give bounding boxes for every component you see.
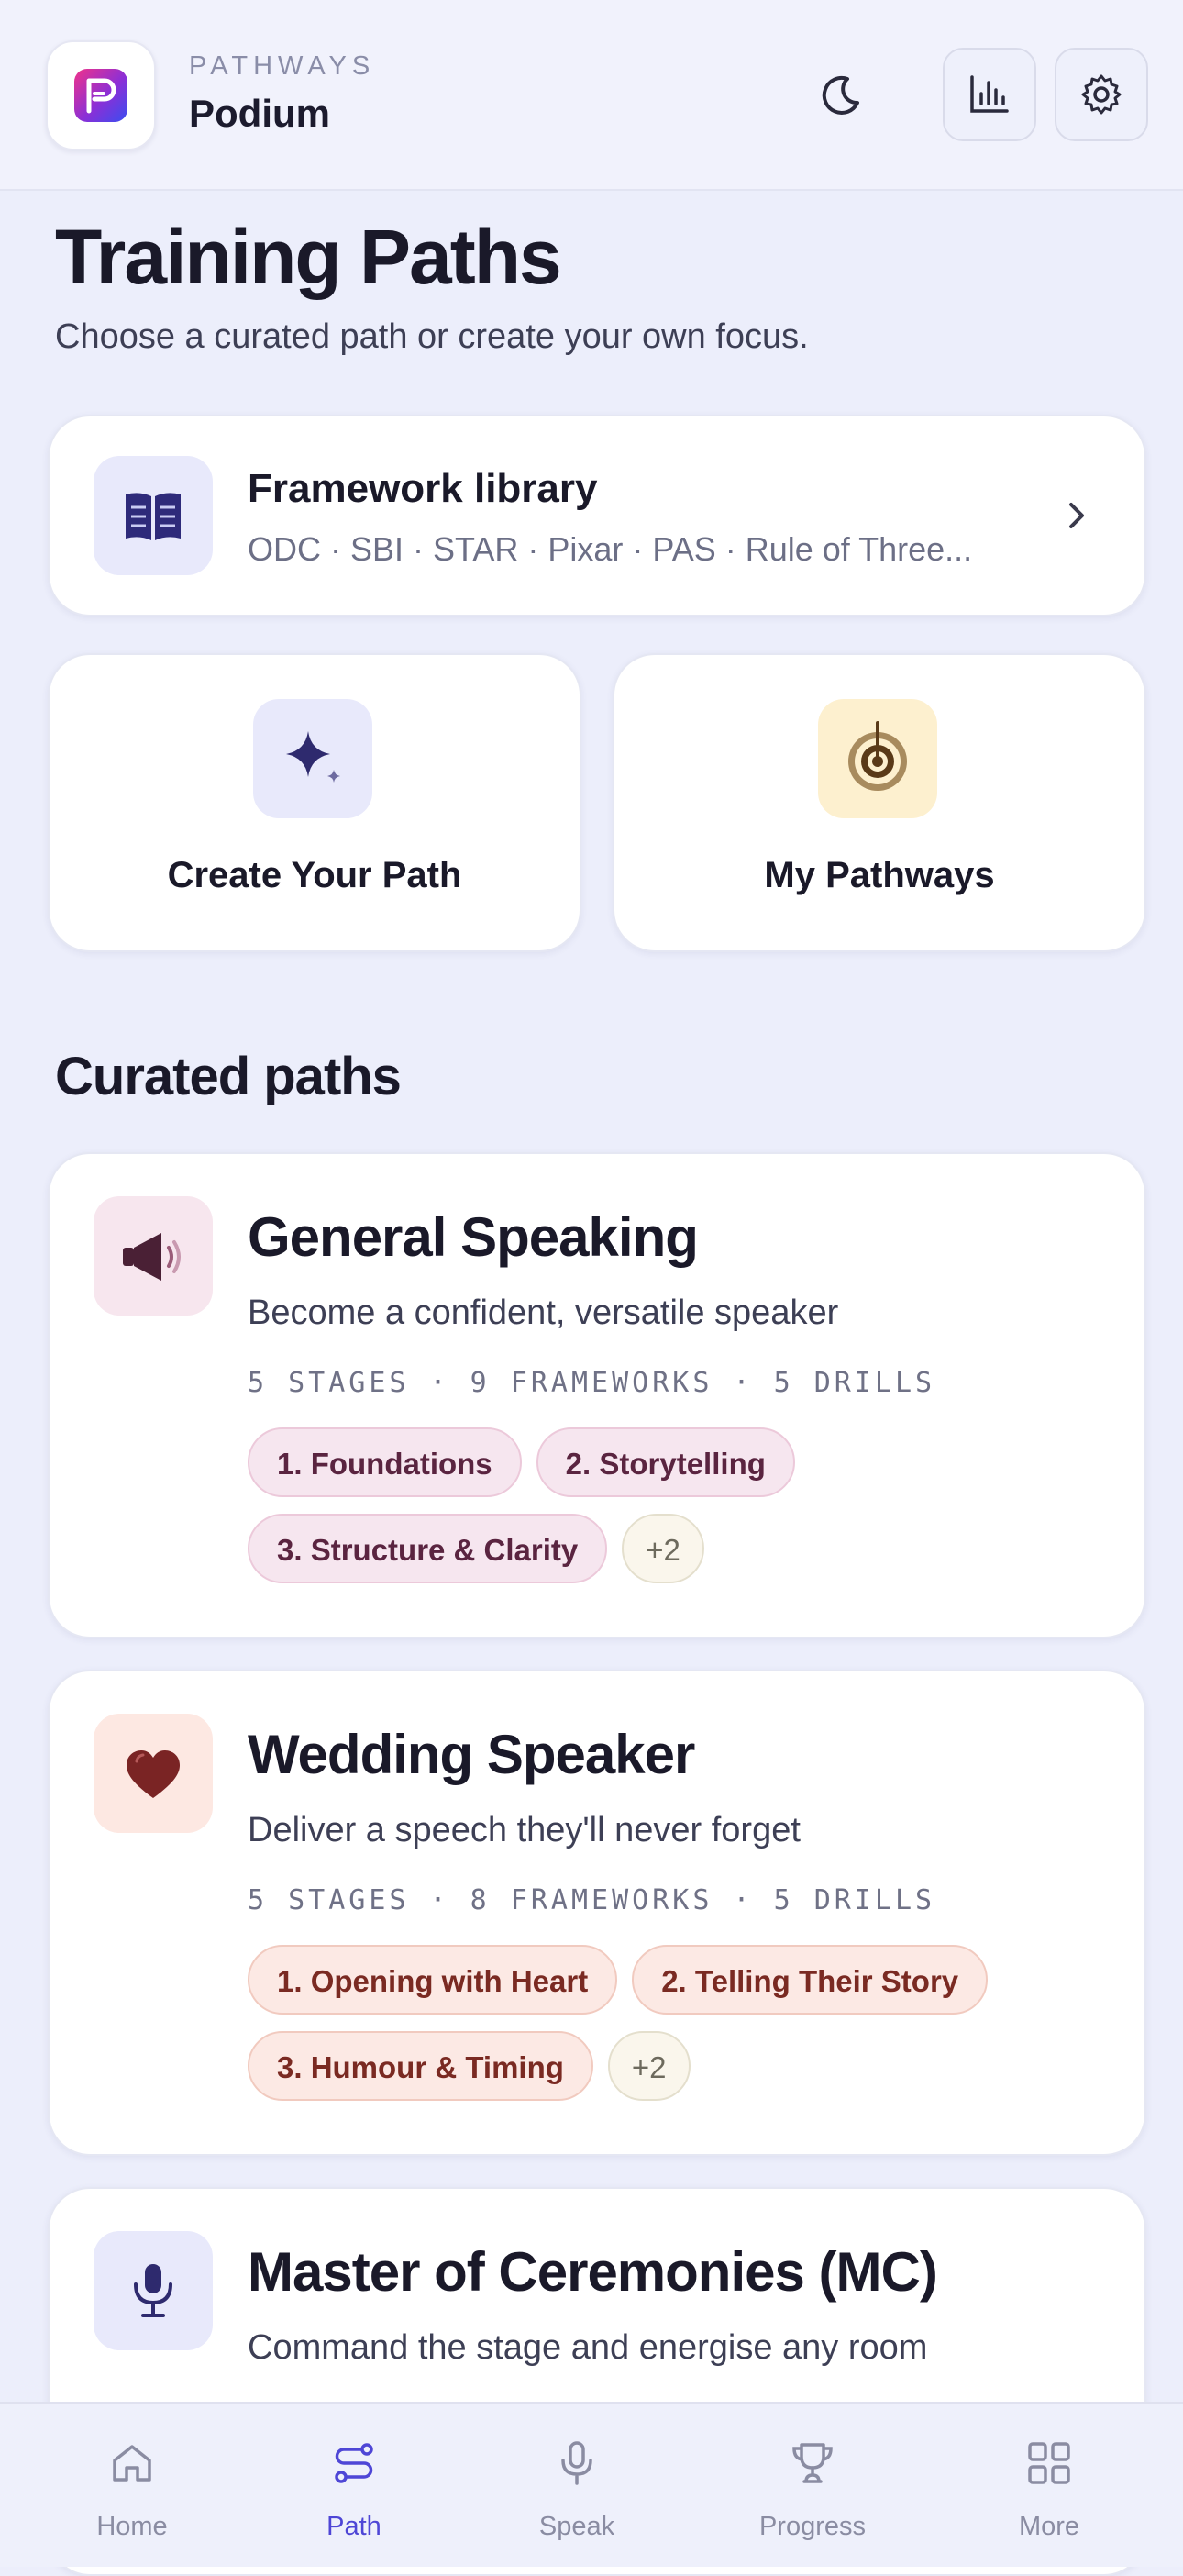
path-subtitle: Command the stage and energise any room — [248, 2328, 928, 2367]
more-stages-chip[interactable]: +2 — [607, 2031, 691, 2101]
more-stages-chip[interactable]: +2 — [622, 1514, 704, 1583]
nav-item-more[interactable]: More — [976, 2404, 1122, 2567]
bottom-nav: Home Path Speak Progress More — [0, 2402, 1183, 2567]
path-card-general-speaking[interactable]: General Speaking Become a confident, ver… — [48, 1152, 1146, 1638]
path-subtitle: Deliver a speech they'll never forget — [248, 1811, 801, 1849]
nav-item-home[interactable]: Home — [59, 2404, 205, 2567]
trophy-icon — [792, 2443, 833, 2483]
app-logo — [46, 40, 156, 150]
app-header: PATHWAYS Podium — [0, 0, 1183, 191]
book-icon — [126, 493, 181, 540]
app-logo-icon — [74, 69, 127, 122]
page-title: Training Paths — [55, 214, 562, 300]
library-subtitle: ODC · SBI · STAR · Pixar · PAS · Rule of… — [248, 530, 973, 568]
my-pathways-label: My Pathways — [764, 855, 995, 895]
my-pathways-card[interactable]: My Pathways — [613, 653, 1146, 952]
stage-chip[interactable]: 2. Telling Their Story — [632, 1945, 989, 2015]
curated-section-title: Curated paths — [55, 1047, 402, 1106]
megaphone-icon — [123, 1233, 181, 1281]
nav-item-speak[interactable]: Speak — [503, 2404, 650, 2567]
path-card-wedding-speaker[interactable]: Wedding Speaker Deliver a speech they'll… — [48, 1670, 1146, 2156]
path-subtitle: Become a confident, versatile speaker — [248, 1294, 839, 1332]
gear-icon — [1081, 74, 1122, 115]
target-icon-tile — [818, 699, 937, 818]
settings-button[interactable] — [1055, 48, 1148, 141]
library-icon-tile — [94, 456, 213, 575]
app-eyebrow: PATHWAYS — [189, 51, 376, 81]
stage-chips: 1. Foundations 2. Storytelling 3. Struct… — [248, 1427, 1100, 1583]
microphone-icon-tile — [94, 2231, 213, 2350]
create-path-card[interactable]: Create Your Path — [48, 653, 581, 952]
nav-label: Home — [96, 2512, 168, 2541]
path-title: Wedding Speaker — [248, 1724, 695, 1785]
path-meta: 5 STAGES · 8 FRAMEWORKS · 5 DRILLS — [248, 1884, 936, 1916]
home-icon — [113, 2445, 151, 2482]
grid-icon — [1028, 2442, 1070, 2484]
stage-chip[interactable]: 1. Foundations — [248, 1427, 522, 1497]
page-subtitle: Choose a curated path or create your own… — [55, 317, 809, 356]
path-icon — [335, 2443, 373, 2483]
megaphone-icon-tile — [94, 1196, 213, 1316]
path-title: Master of Ceremonies (MC) — [248, 2241, 938, 2303]
microphone-icon — [134, 2264, 172, 2317]
create-path-label: Create Your Path — [167, 855, 462, 895]
app-name: Podium — [189, 92, 330, 135]
nav-item-path[interactable]: Path — [281, 2404, 427, 2567]
heart-icon-tile — [94, 1714, 213, 1833]
stage-chip[interactable]: 3. Humour & Timing — [248, 2031, 593, 2101]
chevron-right-icon — [1069, 503, 1084, 528]
target-icon — [848, 721, 907, 791]
microphone-icon — [561, 2441, 592, 2485]
framework-library-card[interactable]: Framework library ODC · SBI · STAR · Pix… — [48, 415, 1146, 616]
nav-item-progress[interactable]: Progress — [739, 2404, 886, 2567]
nav-label: Progress — [758, 2512, 867, 2541]
stage-chip[interactable]: 2. Storytelling — [536, 1427, 795, 1497]
stats-button[interactable] — [943, 48, 1036, 141]
library-title: Framework library — [248, 466, 598, 511]
nav-label: Speak — [538, 2512, 615, 2541]
sparkle-icon — [286, 731, 340, 783]
heart-icon — [127, 1750, 180, 1798]
moon-icon[interactable] — [814, 70, 866, 121]
sparkle-icon-tile — [253, 699, 372, 818]
nav-label: More — [1018, 2512, 1080, 2541]
stage-chips: 1. Opening with Heart 2. Telling Their S… — [248, 1945, 1100, 2101]
stage-chip[interactable]: 3. Structure & Clarity — [248, 1514, 608, 1583]
path-meta: 5 STAGES · 9 FRAMEWORKS · 5 DRILLS — [248, 1367, 936, 1399]
stage-chip[interactable]: 1. Opening with Heart — [248, 1945, 618, 2015]
nav-label: Path — [326, 2512, 381, 2541]
bar-chart-icon — [970, 75, 1009, 113]
path-title: General Speaking — [248, 1206, 699, 1268]
